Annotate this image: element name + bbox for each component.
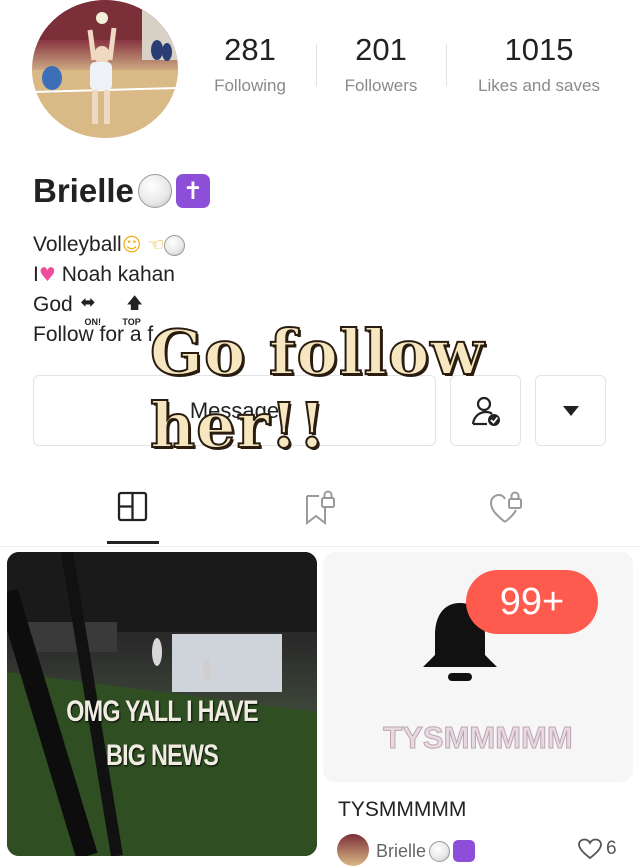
smile-emoji-icon: ☺ — [121, 234, 142, 256]
tab-posts[interactable] — [117, 490, 149, 529]
following-label: Following — [214, 76, 286, 95]
profile-name: Brielle — [33, 172, 134, 209]
volleyball-icon — [137, 174, 172, 208]
post-card-2[interactable]: 99+ TYSMMMMM — [323, 552, 633, 782]
post-2-author-name: Brielle — [376, 840, 427, 861]
bio-text-god: God — [33, 293, 73, 316]
bio-line-4: Follow for a f — [33, 320, 153, 350]
avatar-photo — [32, 0, 178, 138]
bio-line-1: Volleyball☺ ☜ — [33, 230, 186, 260]
likes-saves-count: 1015 — [504, 32, 574, 67]
bookmark-lock-icon — [306, 490, 335, 526]
bio-text-noah: Noah kahan — [61, 263, 175, 286]
top-arrow-icon: 🡅 TOP — [118, 290, 148, 327]
cross-icon: ✝ — [175, 174, 210, 208]
post-2-like-button[interactable]: 6 — [578, 838, 617, 860]
volleyball-icon — [164, 234, 186, 256]
bio-line-2: I♥ Noah kahan — [33, 260, 175, 290]
followers-label: Followers — [344, 76, 418, 95]
stat-divider — [446, 44, 447, 86]
followers-count: 201 — [355, 32, 407, 67]
post-2-author-avatar[interactable] — [337, 834, 369, 866]
volleyball-icon — [429, 840, 451, 862]
on-arrow-icon: ⬌ ON! — [79, 290, 113, 327]
pointing-hand-icon: ☜ — [147, 234, 165, 256]
tab-saved[interactable] — [303, 490, 339, 531]
post-card-1[interactable]: OMG YALL I HAVE BIG NEWS — [7, 552, 317, 856]
bio-text-volleyball: Volleyball — [33, 233, 122, 256]
go-follow-overlay-text: Go follow her!! — [149, 315, 485, 463]
bio-line-3: God ⬌ ON! 🡅 TOP — [33, 290, 148, 327]
notification-badge: 99+ — [466, 570, 598, 634]
post-1-overlay-text: OMG YALL I HAVE BIG NEWS — [66, 695, 258, 772]
post-2-watermark: TYSMMMMM — [383, 720, 573, 756]
profile-name-row: Brielle ✝ — [33, 172, 210, 210]
post-2-like-count: 6 — [606, 838, 617, 859]
bio-text-follow: Follow for a f — [33, 323, 154, 346]
heart-outline-icon — [578, 838, 602, 860]
gallery-grid-icon — [117, 491, 148, 522]
tab-liked[interactable] — [489, 490, 525, 531]
active-tab-indicator — [107, 541, 159, 544]
profile-avatar[interactable] — [32, 0, 178, 138]
stat-likes-saves[interactable]: 1015 Likes and saves — [459, 30, 619, 96]
likes-saves-label: Likes and saves — [478, 76, 600, 95]
stat-following[interactable]: 281 Following — [180, 30, 320, 96]
tabs-divider — [0, 546, 640, 547]
following-count: 281 — [224, 32, 276, 67]
cross-icon — [453, 840, 476, 862]
stat-followers[interactable]: 201 Followers — [311, 30, 451, 96]
post-2-author[interactable]: Brielle — [376, 840, 476, 862]
heart-lock-icon — [489, 491, 522, 523]
post-2-title[interactable]: TYSMMMMM — [338, 798, 466, 822]
pink-heart-icon: ♥ — [38, 264, 56, 286]
